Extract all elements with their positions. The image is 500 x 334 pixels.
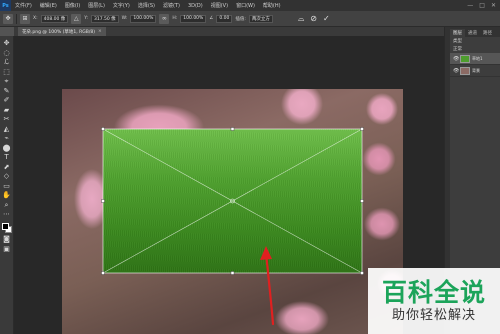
layer-filter[interactable]: 类型 — [450, 37, 500, 45]
commit-controls: ⌓ ⊘ ✓ — [298, 14, 330, 24]
hand-tool-icon[interactable]: ✋ — [2, 191, 11, 199]
blur-tool-icon[interactable]: ⌁ — [2, 134, 11, 142]
color-swatches[interactable] — [1, 222, 13, 234]
angle-field[interactable]: 0.00 — [216, 14, 233, 23]
blend-mode-select[interactable]: 正常 — [450, 45, 500, 53]
relative-position-icon[interactable]: △ — [71, 13, 82, 24]
interpolation-label: 插值: — [235, 16, 246, 22]
eraser-tool-icon[interactable]: ▰ — [2, 106, 11, 114]
menu-bar: Ps 文件(F) 编辑(E) 图像(I) 图层(L) 文字(Y) 选择(S) 滤… — [0, 0, 500, 11]
window-controls: — □ ✕ — [467, 2, 500, 9]
menu-layer[interactable]: 图层(L) — [84, 2, 109, 9]
tab-paths[interactable]: 路径 — [480, 29, 495, 37]
divider — [16, 13, 17, 24]
photoshop-logo: Ps — [0, 0, 11, 11]
y-label: Y: — [84, 16, 88, 21]
tools-panel: ✥ ◌ ℒ ⬚ ⌖ ✎ ✐ ▰ ✂ ◭ ⌁ ⬤ T ⬈ ◇ ▭ ✋ ⌕ ⋯ ◙ … — [0, 36, 14, 334]
w-label: W: — [121, 16, 128, 21]
pen-tool-icon[interactable]: ◇ — [2, 172, 11, 180]
layer-row[interactable]: 👁 草地1 — [450, 53, 500, 65]
red-annotation-arrow — [260, 246, 275, 326]
watermark-title: 百科全说 — [381, 277, 486, 307]
free-transform-box[interactable] — [101, 127, 364, 275]
document-tab[interactable]: 花朵.png @ 100% (草地1, RGB/8) × — [18, 27, 106, 36]
dodge-tool-icon[interactable]: ⬤ — [2, 144, 11, 152]
menu-select[interactable]: 选择(S) — [134, 2, 159, 9]
menu-edit[interactable]: 编辑(E) — [36, 2, 61, 9]
layer-name: 草地1 — [472, 55, 483, 61]
type-tool-icon[interactable]: T — [2, 153, 11, 161]
commit-transform-icon[interactable]: ✓ — [323, 14, 330, 23]
maximize-icon[interactable]: □ — [479, 2, 485, 9]
link-icon[interactable]: ∞ — [159, 13, 170, 24]
close-window-icon[interactable]: ✕ — [491, 2, 496, 9]
visibility-eye-icon[interactable]: 👁 — [453, 68, 459, 74]
eyedropper-tool-icon[interactable]: ⌖ — [2, 77, 11, 85]
warp-mode-icon[interactable]: ⌓ — [298, 14, 304, 24]
tab-channels[interactable]: 通道 — [465, 29, 480, 37]
marquee-tool-icon[interactable]: ◌ — [2, 49, 11, 57]
menu-type[interactable]: 文字(Y) — [109, 2, 134, 9]
options-bar: ✥ ⊞ X: 408.00 像 △ Y: 317.50 像 W: 100.00%… — [0, 11, 500, 27]
more-tools-icon[interactable]: ⋯ — [2, 210, 11, 218]
crop-tool-icon[interactable]: ✂ — [2, 115, 11, 123]
transform-handle[interactable] — [230, 271, 235, 275]
x-position-field[interactable]: 408.00 像 — [40, 14, 69, 23]
tab-layers[interactable]: 图层 — [450, 29, 465, 37]
minimize-icon[interactable]: — — [467, 2, 473, 9]
gradient-tool-icon[interactable]: ◭ — [2, 125, 11, 133]
layer-thumbnail — [460, 54, 470, 63]
transform-handle[interactable] — [360, 271, 364, 275]
screen-mode-icon[interactable]: ▣ — [2, 245, 11, 253]
menu-window[interactable]: 窗口(W) — [232, 2, 259, 9]
zoom-tool-icon[interactable]: ⌕ — [2, 201, 11, 209]
quick-mask-icon[interactable]: ◙ — [2, 235, 11, 243]
transform-handle[interactable] — [101, 127, 105, 131]
move-tool-preset-icon[interactable]: ✥ — [3, 13, 13, 24]
interpolation-select[interactable]: 两次立方 — [248, 14, 273, 23]
menu-file[interactable]: 文件(F) — [11, 2, 36, 9]
height-field[interactable]: 100.00% — [180, 14, 207, 23]
transform-handle[interactable] — [360, 127, 364, 131]
menu-help[interactable]: 帮助(H) — [259, 2, 285, 9]
document-tab-label: 花朵.png @ 100% (草地1, RGB/8) — [22, 29, 95, 35]
cancel-transform-icon[interactable]: ⊘ — [310, 14, 317, 23]
x-label: X: — [33, 16, 38, 21]
panel-tabs: 图层 通道 路径 — [450, 27, 500, 37]
y-position-field[interactable]: 317.50 像 — [90, 14, 119, 23]
transform-handle[interactable] — [230, 127, 235, 131]
pencil-tool-icon[interactable]: ✐ — [2, 96, 11, 104]
transform-handle[interactable] — [101, 271, 105, 275]
visibility-eye-icon[interactable]: 👁 — [453, 56, 459, 62]
menu-view[interactable]: 视图(V) — [207, 2, 232, 9]
foreground-color-swatch[interactable] — [1, 222, 9, 230]
quick-select-tool-icon[interactable]: ⬚ — [2, 68, 11, 76]
angle-icon: ∠ — [209, 16, 214, 21]
close-tab-icon[interactable]: × — [98, 29, 102, 34]
menu-3d[interactable]: 3D(D) — [184, 3, 207, 9]
h-label: H: — [172, 16, 178, 21]
watermark: 百科全说 助你轻松解决 — [368, 268, 500, 334]
move-tool-icon[interactable]: ✥ — [2, 39, 11, 47]
reference-point-icon[interactable]: ⊞ — [20, 13, 30, 24]
menu-image[interactable]: 图像(I) — [61, 2, 84, 9]
transform-handle[interactable] — [360, 199, 364, 203]
lasso-tool-icon[interactable]: ℒ — [2, 58, 11, 66]
layer-name: 背景 — [472, 67, 480, 73]
layer-thumbnail — [460, 66, 470, 75]
rectangle-tool-icon[interactable]: ▭ — [2, 182, 11, 190]
path-select-tool-icon[interactable]: ⬈ — [2, 163, 11, 171]
layer-row[interactable]: 👁 背景 — [450, 65, 500, 77]
menu-filter[interactable]: 滤镜(T) — [159, 2, 184, 9]
brush-tool-icon[interactable]: ✎ — [2, 87, 11, 95]
document-tabbar: 花朵.png @ 100% (草地1, RGB/8) × — [14, 27, 444, 36]
transform-handle[interactable] — [101, 199, 105, 203]
width-field[interactable]: 100.00% — [130, 14, 157, 23]
watermark-subtitle: 助你轻松解决 — [391, 307, 476, 323]
